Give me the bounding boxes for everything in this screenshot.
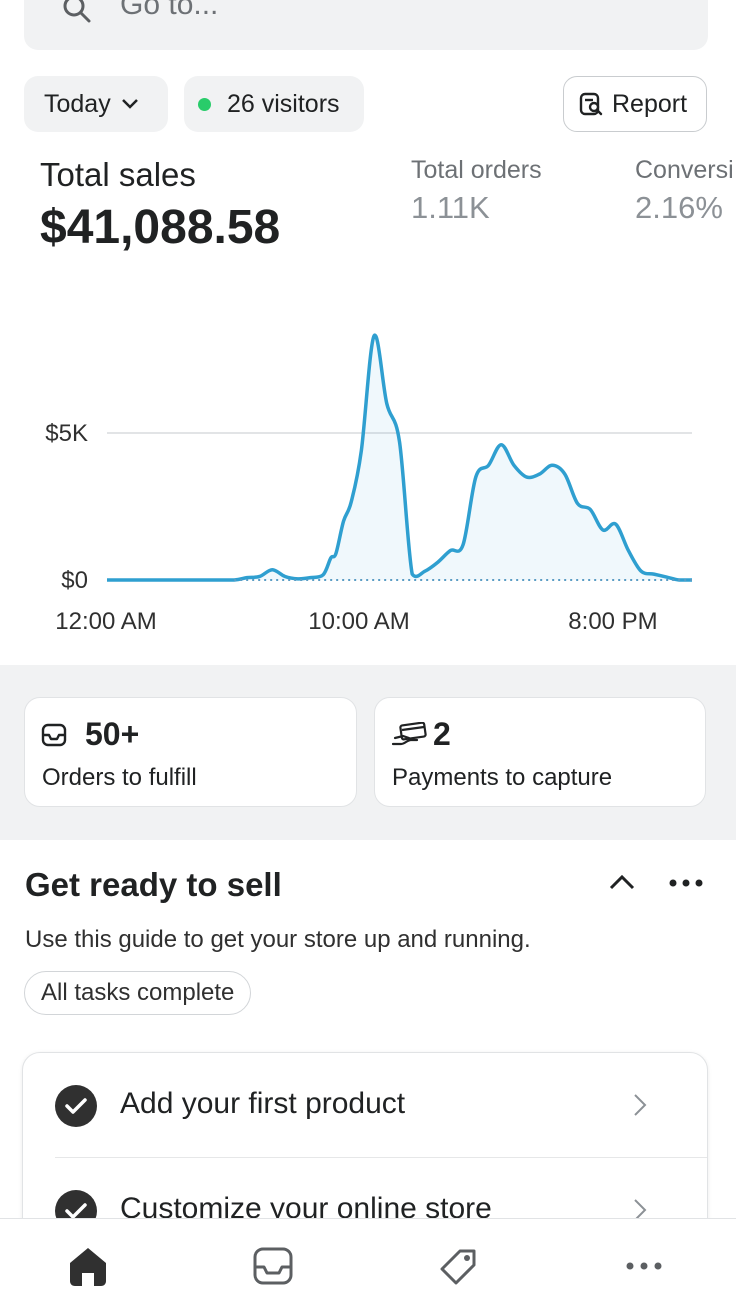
guide-subtitle: Use this guide to get your store up and … (25, 926, 531, 953)
conversion-value: 2.16% (635, 190, 723, 225)
orders-count: 50+ (85, 716, 140, 752)
chevron-down-icon (121, 99, 138, 109)
total-sales-value: $41,088.58 (40, 201, 281, 254)
total-sales-label[interactable]: Total sales (40, 156, 196, 194)
report-label: Report (612, 89, 688, 118)
more-icon[interactable] (624, 1259, 664, 1278)
home-icon[interactable] (66, 1245, 110, 1292)
chevron-up-icon[interactable] (608, 872, 636, 897)
more-options-icon[interactable] (666, 876, 706, 895)
sales-chart[interactable]: $0 $5K 12:00 AM 10:00 AM 8:00 PM (0, 300, 736, 650)
bottom-navigation (0, 1218, 736, 1308)
orders-icon[interactable] (252, 1245, 294, 1292)
date-filter-label: Today (44, 89, 111, 118)
chevron-right-icon (633, 1093, 647, 1122)
orders-to-fulfill-card[interactable]: 50+ Orders to fulfill (24, 697, 357, 807)
conversion-label[interactable]: Conversi (635, 156, 734, 185)
sales-series-area (107, 335, 692, 580)
check-circle-icon (55, 1085, 97, 1132)
report-icon (579, 92, 603, 116)
date-filter-button[interactable]: Today (24, 76, 168, 132)
live-visitors-button[interactable]: 26 visitors (184, 76, 364, 132)
total-orders-label[interactable]: Total orders (411, 156, 542, 185)
y-tick-label: $0 (61, 567, 88, 594)
task-list: Add your first product Customize your on… (22, 1052, 708, 1242)
visitors-label: 26 visitors (227, 89, 340, 118)
search-icon (62, 0, 92, 24)
y-tick-label: $5K (45, 420, 88, 447)
x-tick-label: 10:00 AM (308, 608, 409, 635)
products-icon[interactable] (436, 1245, 480, 1294)
report-button[interactable]: Report (563, 76, 707, 132)
task-label: Add your first product (120, 1087, 406, 1120)
search-bar[interactable]: Go to... (24, 0, 708, 50)
payments-count: 2 (433, 716, 451, 752)
guide-title: Get ready to sell (25, 866, 282, 903)
inbox-icon (41, 722, 67, 753)
payments-label: Payments to capture (392, 764, 613, 791)
payment-icon (391, 721, 427, 753)
status-badge: All tasks complete (24, 971, 252, 1015)
x-tick-label: 12:00 AM (55, 608, 156, 635)
orders-label: Orders to fulfill (42, 764, 197, 791)
total-orders-value: 1.11K (411, 190, 490, 225)
x-tick-label: 8:00 PM (568, 608, 657, 635)
task-item[interactable]: Add your first product (23, 1053, 707, 1157)
live-status-dot (198, 97, 211, 111)
search-placeholder: Go to... (120, 0, 219, 21)
payments-to-capture-card[interactable]: 2 Payments to capture (374, 697, 706, 807)
